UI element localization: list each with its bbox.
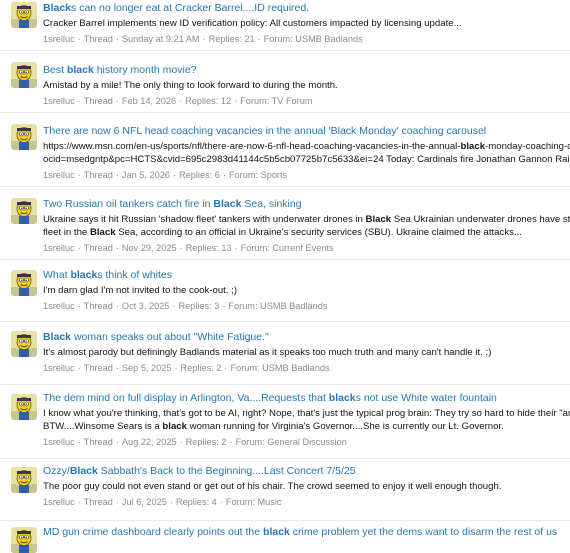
user-avatar[interactable] [11, 198, 37, 224]
reply-count: Replies: 2 [180, 363, 222, 373]
forum-link[interactable]: Forum: TV Forum [240, 96, 312, 106]
reply-count: Replies: 12 [185, 96, 232, 106]
result-snippet: https://www.msn.com/en-us/sports/nfl/the… [43, 141, 570, 152]
forum-link[interactable]: Forum: USMB Badlands [264, 34, 363, 44]
result-meta: 1srelluc · Thread · Sunday at 9:21 AM · Replie… [43, 34, 363, 44]
post-date: Jul 6, 2025 [121, 497, 167, 507]
content-type: Thread [83, 243, 113, 253]
forum-link[interactable]: Forum: General Discussion [236, 437, 347, 447]
forum-link[interactable]: Forum: Current Events [241, 243, 334, 253]
result-snippet: I know what you're thinking, that's got … [43, 408, 570, 419]
result-snippet: Amistad by a mile! The only thing to loo… [43, 80, 338, 91]
result-snippet: The poor guy could not even stand or get… [43, 481, 502, 492]
user-avatar[interactable] [11, 2, 37, 28]
forum-link[interactable]: Forum: USMB Badlands [228, 301, 327, 311]
author-link[interactable]: 1srelluc [43, 363, 75, 373]
author-link[interactable]: 1srelluc [43, 301, 75, 311]
result-title-link[interactable]: What blacks think of whites [43, 269, 570, 282]
forum-link[interactable]: Forum: Music [226, 497, 282, 507]
reply-count: Replies: 3 [178, 301, 220, 311]
result-meta: 1srelluc · Thread · Nov 29, 2025 · Replies: 13… [43, 243, 334, 253]
result-title-link[interactable]: There are now 6 NFL head coaching vacanc… [43, 125, 570, 138]
result-item: Blacks can no longer eat at Cracker Barr… [0, 0, 570, 51]
user-avatar[interactable] [11, 124, 37, 150]
author-link[interactable]: 1srelluc [43, 497, 75, 507]
reply-count: Replies: 21 [208, 34, 255, 44]
result-snippet: Cracker Barrel implements new ID verific… [43, 18, 462, 29]
result-title-link[interactable]: The dem mind on full display in Arlingto… [43, 392, 570, 405]
search-term-highlight: Black [43, 331, 72, 343]
result-meta: 1srelluc · Thread · Jan 5, 2026 · Replies: 6 · F… [43, 170, 288, 180]
result-snippet: Ukraine says it hit Russian 'shadow flee… [43, 214, 570, 225]
user-avatar[interactable] [11, 270, 37, 296]
result-snippet: BTW....Winsome Sears is a black woman ru… [43, 421, 504, 432]
result-meta: 1srelluc · Thread · Aug 22, 2025 · Replies: 2 ·… [43, 437, 347, 447]
content-type: Thread [83, 363, 113, 373]
search-term-highlight: Black [365, 214, 392, 225]
result-item: The dem mind on full display in Arlingto… [0, 385, 570, 459]
forum-link[interactable]: Forum: Sports [229, 170, 287, 180]
reply-count: Replies: 2 [185, 437, 227, 447]
author-link[interactable]: 1srelluc [43, 243, 75, 253]
post-date: Aug 22, 2025 [121, 437, 177, 447]
result-meta: 1srelluc · Thread · Feb 14, 2026 · Replies: 12… [43, 96, 313, 106]
content-type: Thread [83, 34, 113, 44]
result-title-link[interactable]: Blacks can no longer eat at Cracker Barr… [43, 2, 570, 15]
result-title-link[interactable]: Ozzy/Black Sabbath's Back to the Beginni… [43, 465, 570, 478]
result-item: There are now 6 NFL head coaching vacanc… [0, 113, 570, 187]
content-type: Thread [83, 437, 113, 447]
post-date: Nov 29, 2025 [121, 243, 177, 253]
result-item: What blacks think of whites I'm darn gla… [0, 260, 570, 322]
result-meta: 1srelluc · Thread · Sep 5, 2025 · Replies: 2 · F… [43, 363, 330, 373]
result-snippet: I'm darn glad I'm not invited to the coo… [43, 285, 238, 296]
author-link[interactable]: 1srelluc [43, 170, 75, 180]
reply-count: Replies: 4 [175, 497, 217, 507]
search-term-highlight: black [162, 421, 187, 432]
post-date: Sep 5, 2025 [121, 363, 172, 373]
result-item: Best black history month movie? Amistad … [0, 51, 570, 113]
post-date: Feb 14, 2026 [121, 96, 177, 106]
result-item: Ozzy/Black Sabbath's Back to the Beginni… [0, 459, 570, 521]
result-snippet: It's almost parody but definingly Badlan… [43, 347, 492, 358]
result-title-link[interactable]: Best black history month movie? [43, 64, 570, 77]
result-item: Two Russian oil tankers catch fire in Bl… [0, 187, 570, 260]
reply-count: Replies: 6 [179, 170, 220, 180]
content-type: Thread [83, 301, 113, 311]
user-avatar[interactable] [11, 331, 37, 357]
result-snippet: fleet in the Black Sea, according to an … [43, 227, 522, 238]
result-title-link[interactable]: Two Russian oil tankers catch fire in Bl… [43, 198, 570, 211]
search-term-highlight: black [328, 392, 356, 404]
search-term-highlight: Black [69, 465, 98, 477]
search-term-highlight: black [460, 141, 486, 152]
search-term-highlight: black [66, 64, 94, 76]
user-avatar[interactable] [11, 394, 37, 420]
user-avatar[interactable] [11, 62, 37, 88]
search-term-highlight: black [70, 269, 98, 281]
search-term-highlight: Black [43, 2, 72, 14]
content-type: Thread [83, 497, 113, 507]
user-avatar[interactable] [11, 527, 37, 553]
content-type: Thread [83, 170, 113, 180]
search-term-highlight: black [263, 526, 290, 538]
result-meta: 1srelluc · Thread · Jul 6, 2025 · Replies: 4 · F… [43, 497, 282, 507]
user-avatar[interactable] [11, 467, 37, 493]
author-link[interactable]: 1srelluc [43, 96, 75, 106]
post-date: Sunday at 9:21 AM [121, 34, 200, 44]
forum-link[interactable]: Forum: USMB Badlands [230, 363, 329, 373]
post-date: Oct 3, 2025 [121, 301, 170, 311]
post-date: Jan 5, 2026 [121, 170, 170, 180]
search-term-highlight: Black [213, 198, 242, 210]
result-title-link[interactable]: MD gun crime dashboard clearly points ou… [43, 526, 570, 539]
result-item: Black woman speaks out about "White Fati… [0, 322, 570, 385]
author-link[interactable]: 1srelluc [43, 34, 75, 44]
search-term-highlight: Black [89, 227, 116, 238]
reply-count: Replies: 13 [185, 243, 232, 253]
author-link[interactable]: 1srelluc [43, 437, 75, 447]
result-item: MD gun crime dashboard clearly points ou… [0, 521, 570, 553]
content-type: Thread [83, 96, 113, 106]
result-title-link[interactable]: Black woman speaks out about "White Fati… [43, 331, 570, 344]
result-meta: 1srelluc · Thread · Oct 3, 2025 · Replies: 3 · F… [43, 301, 328, 311]
result-snippet: ocid=msedgntp&pc=HCTS&cvid=695c2983d4114… [43, 154, 570, 165]
